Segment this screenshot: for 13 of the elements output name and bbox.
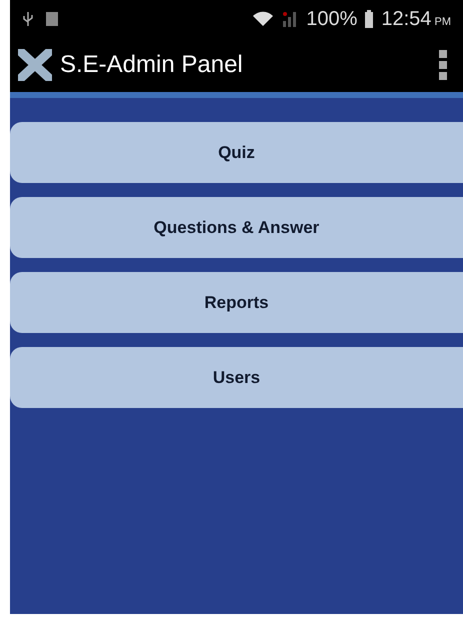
app-title: S.E-Admin Panel [60,50,243,80]
battery-icon [365,10,374,28]
signal-icon [282,11,298,27]
app-logo-icon [18,49,52,81]
wifi-icon [252,11,274,27]
menu-button[interactable]: Reports [10,272,463,333]
clock: 12:54 PM [381,7,451,32]
menu-button[interactable]: Questions & Answer [10,197,463,258]
overflow-menu-icon[interactable] [439,50,447,80]
menu-button[interactable]: Users [10,347,463,408]
battery-percentage: 100% [306,7,358,32]
menu-button[interactable]: Quiz [10,122,463,183]
usb-icon [22,11,34,27]
